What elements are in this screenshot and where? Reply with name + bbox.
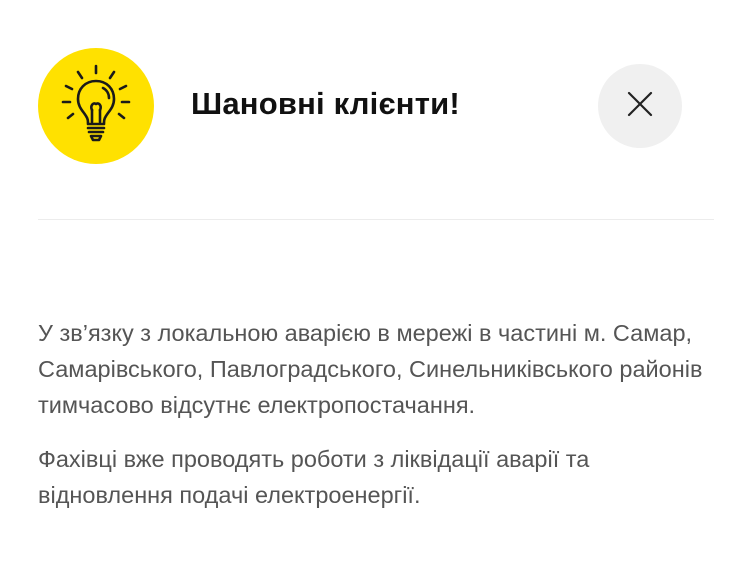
lightbulb-icon <box>57 62 135 151</box>
close-icon <box>626 90 654 123</box>
dialog-header: Шановні клієнти! <box>0 0 750 220</box>
dialog-title: Шановні клієнти! <box>191 86 460 121</box>
notification-dialog: Шановні клієнти! У зв’язку з локальною а… <box>0 0 750 585</box>
close-button[interactable] <box>598 64 682 148</box>
message-paragraph: У зв’язку з локальною аварією в мережі в… <box>38 320 703 418</box>
lightbulb-badge <box>38 48 154 164</box>
message-paragraph: Фахівці вже проводять роботи з ліквідаці… <box>38 446 590 508</box>
header-divider <box>38 219 714 220</box>
dialog-body: У зв’язку з локальною аварією в мережі в… <box>38 315 714 513</box>
